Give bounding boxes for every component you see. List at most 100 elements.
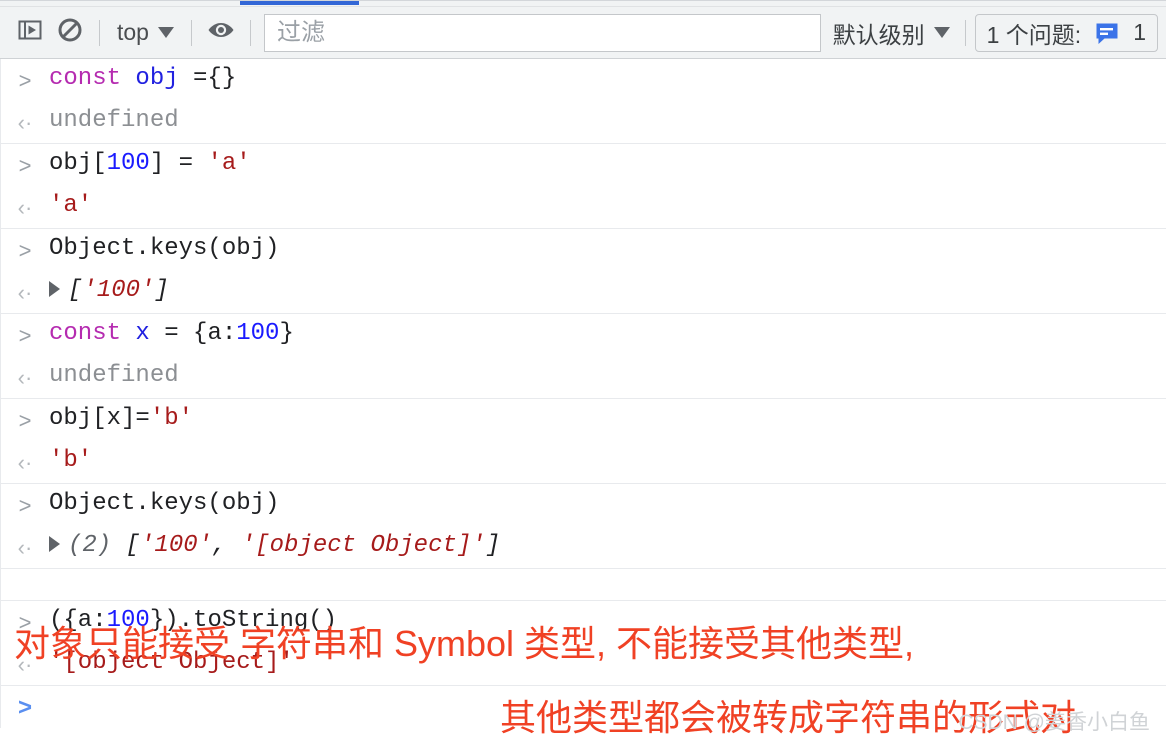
prompt-marker-icon: > xyxy=(18,323,32,348)
code-token: [ xyxy=(68,277,83,304)
result-marker-icon: ‹· xyxy=(17,280,33,305)
code-token: 100 xyxy=(236,320,280,347)
console-message-list[interactable]: > const obj ={} ‹· undefined > obj[100] = 'a'… xyxy=(0,59,1166,742)
code-token: x xyxy=(135,320,165,347)
filter-input-wrapper[interactable] xyxy=(263,13,821,52)
code-token: const xyxy=(49,320,136,347)
create-live-expression-icon xyxy=(206,16,236,49)
code-token: const xyxy=(49,65,136,92)
expand-triangle-icon[interactable] xyxy=(49,536,60,552)
result-marker-icon: ‹· xyxy=(17,535,33,560)
log-level-label: 默认级别 xyxy=(832,21,925,48)
toolbar-divider-4 xyxy=(964,19,966,46)
console-output-row: ‹· 'b' xyxy=(0,441,1166,483)
code-token: '[object Object]' xyxy=(49,649,294,676)
code-token: obj[ xyxy=(49,150,107,177)
show-console-sidebar-icon xyxy=(16,16,44,49)
console-input-row: > Object.keys(obj) xyxy=(0,228,1166,271)
active-tab-indicator xyxy=(240,1,359,5)
console-output-row: ‹· (2) ['100', '[object Object]'] xyxy=(0,526,1166,568)
toolbar-divider-3 xyxy=(249,19,251,46)
chevron-down-icon xyxy=(933,27,950,38)
prompt-marker-icon xyxy=(1,572,49,574)
console-input-row: > obj[x]='b' xyxy=(0,398,1166,441)
code-token: 'a' xyxy=(207,150,251,177)
toolbar-divider-2 xyxy=(190,19,192,46)
console-row-content: const x = {a:100} xyxy=(49,317,1166,351)
console-spacer-row xyxy=(0,568,1166,600)
tab-strip xyxy=(0,0,1166,7)
console-row-content: 'a' xyxy=(49,189,1166,223)
console-row-content: Object.keys(obj) xyxy=(49,232,1166,266)
console-row-content: 'b' xyxy=(49,444,1166,478)
issues-count: 1 xyxy=(1133,19,1146,45)
code-token: , xyxy=(212,532,241,559)
code-token: 'b' xyxy=(149,405,194,432)
chevron-down-icon xyxy=(157,27,174,38)
tab-strip-divider xyxy=(0,0,1166,1)
console-row-content: undefined xyxy=(49,359,1166,393)
result-marker-icon: ‹· xyxy=(17,195,33,220)
watermark: CSDN @姜香小白鱼 xyxy=(958,711,1150,734)
code-token: 'a' xyxy=(49,192,93,219)
console-output-row: ‹· ['100'] xyxy=(0,271,1166,313)
code-token: obj xyxy=(135,65,194,92)
console-row-content: '[object Object]' xyxy=(49,646,1166,680)
result-marker-icon: ‹· xyxy=(17,110,33,135)
console-output-row: ‹· undefined xyxy=(0,356,1166,398)
prompt-marker-icon: > xyxy=(18,153,32,178)
code-token: ] xyxy=(154,277,169,304)
prompt-marker-icon: > xyxy=(18,408,32,433)
prompt-marker-icon: > xyxy=(17,694,32,721)
code-token: ({a: xyxy=(49,607,107,634)
console-toolbar: top 默认级别 1 个问题: xyxy=(0,7,1166,59)
code-token: 'b' xyxy=(49,447,93,474)
console-input-row: > const obj ={} xyxy=(0,59,1166,101)
console-input-row: > ({a:100}).toString() xyxy=(0,600,1166,643)
code-token: '[object Object]' xyxy=(240,532,486,559)
prompt-marker-icon: > xyxy=(18,493,32,518)
live-expression-button[interactable] xyxy=(201,14,241,52)
code-token: undefined xyxy=(49,107,179,134)
filter-input[interactable] xyxy=(274,17,810,48)
clear-console-icon xyxy=(56,16,84,49)
result-marker-icon: ‹· xyxy=(17,450,33,475)
prompt-marker-icon: > xyxy=(18,238,32,263)
execution-context-selector[interactable]: top xyxy=(109,17,182,49)
console-row-content: Object.keys(obj) xyxy=(49,487,1166,521)
console-input-row: > obj[100] = 'a' xyxy=(0,143,1166,186)
code-token: ] xyxy=(485,532,501,559)
code-token: ={} xyxy=(193,65,237,92)
result-marker-icon: ‹· xyxy=(17,365,33,390)
code-token: undefined xyxy=(49,362,179,389)
console-row-content: obj[100] = 'a' xyxy=(49,147,1166,181)
log-level-selector[interactable]: 默认级别 xyxy=(827,16,956,50)
toolbar-divider-1 xyxy=(99,19,100,46)
code-token: 100 xyxy=(106,150,150,177)
console-row-content: ['100'] xyxy=(49,274,1166,308)
issue-message-icon xyxy=(1094,20,1120,46)
console-input-row: > const x = {a:100} xyxy=(0,313,1166,356)
code-token: (2) xyxy=(68,532,126,559)
console-row-content: undefined xyxy=(49,104,1166,138)
show-console-sidebar-button[interactable] xyxy=(10,14,50,52)
devtools-console-panel: top 默认级别 1 个问题: xyxy=(0,0,1166,742)
expand-triangle-icon[interactable] xyxy=(49,281,60,297)
code-token: ] = xyxy=(149,150,208,177)
console-output-row: ‹· undefined xyxy=(0,101,1166,143)
code-token: = {a: xyxy=(164,320,237,347)
code-token: [ xyxy=(125,532,141,559)
clear-console-button[interactable] xyxy=(50,14,90,52)
code-token: }).toString() xyxy=(149,607,338,634)
code-token: obj[x]= xyxy=(49,405,150,432)
code-token: 100 xyxy=(106,607,150,634)
console-output-row: ‹· 'a' xyxy=(0,186,1166,228)
console-output-row: ‹· '[object Object]' xyxy=(0,643,1166,685)
code-token: '100' xyxy=(82,277,155,304)
execution-context-label: top xyxy=(117,19,149,45)
console-input-row: > Object.keys(obj) xyxy=(0,483,1166,526)
issues-button[interactable]: 1 个问题: 1 xyxy=(974,13,1158,52)
code-token: Object.keys(obj) xyxy=(49,235,280,262)
result-marker-icon: ‹· xyxy=(17,652,33,677)
console-row-content: const obj ={} xyxy=(49,62,1166,96)
